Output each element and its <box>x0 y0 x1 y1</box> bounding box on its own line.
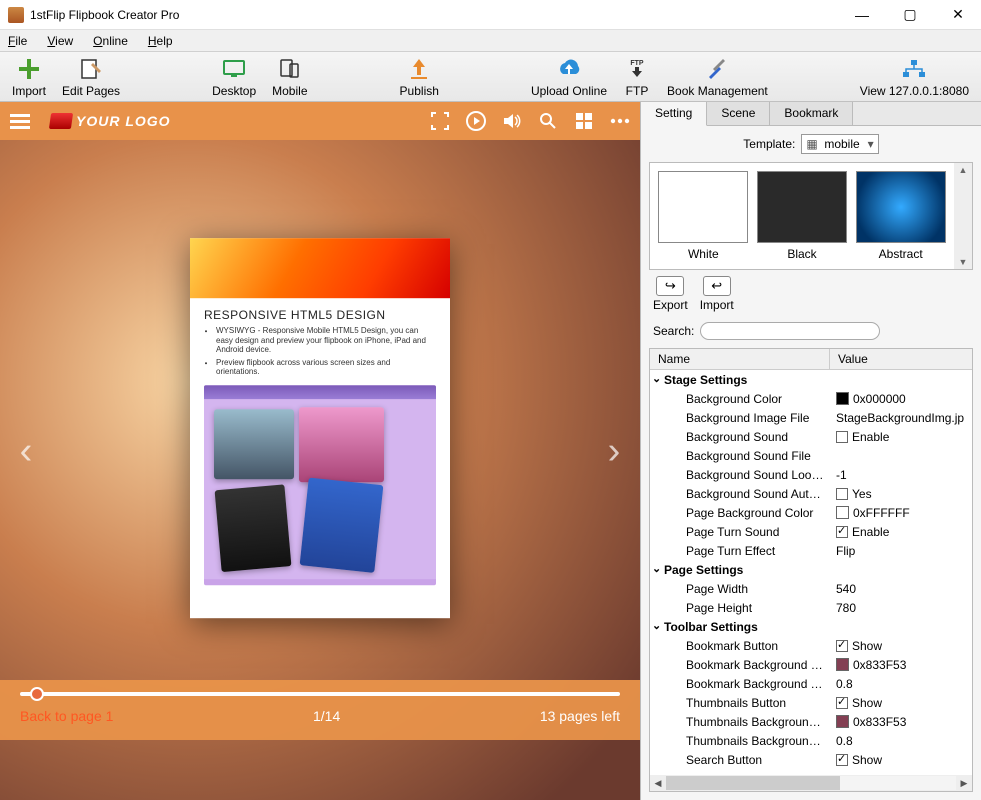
bg-color-value[interactable]: 0x000000 <box>830 391 972 407</box>
play-icon[interactable] <box>466 111 486 131</box>
next-page-button[interactable]: › <box>602 421 626 481</box>
menubar: File View Online Help <box>0 30 981 52</box>
section-toolbar[interactable]: Toolbar Settings <box>650 619 830 635</box>
section-page[interactable]: Page Settings <box>650 562 830 578</box>
tab-scene[interactable]: Scene <box>707 102 770 125</box>
book-management-button[interactable]: Book Management <box>659 54 776 100</box>
bg-sound-loops-value[interactable]: -1 <box>830 467 972 483</box>
bookmark-bg-value[interactable]: 0x833F53 <box>830 657 972 673</box>
search-input[interactable] <box>700 322 880 340</box>
pages-left: 13 pages left <box>540 708 620 724</box>
thumbs-bg-value[interactable]: 0x833F53 <box>830 714 972 730</box>
main-toolbar: Import Edit Pages Desktop Mobile Publish… <box>0 52 981 102</box>
pager-bar: Back to page 1 1/14 13 pages left <box>0 680 640 740</box>
cloud-upload-icon <box>556 56 582 82</box>
desktop-icon <box>221 56 247 82</box>
export-icon: ↪ <box>656 276 684 296</box>
panel-tabs: Setting Scene Bookmark <box>641 102 981 126</box>
bookmark-bg-tr-value[interactable]: 0.8 <box>830 676 972 692</box>
publish-icon <box>406 56 432 82</box>
back-to-page-link[interactable]: Back to page 1 <box>20 708 113 724</box>
template-thumbnails: White Black Abstract ▲▼ <box>649 162 973 270</box>
more-icon[interactable] <box>610 111 630 131</box>
network-icon <box>901 56 927 82</box>
ftp-button[interactable]: FTP FTP <box>615 54 659 100</box>
volume-icon[interactable] <box>502 111 522 131</box>
fullscreen-icon[interactable] <box>430 111 450 131</box>
grid-icon[interactable] <box>574 111 594 131</box>
menu-online[interactable]: Online <box>89 32 132 50</box>
menu-file[interactable]: File <box>4 32 31 50</box>
import-icon: ↩ <box>703 276 731 296</box>
view-address-button[interactable]: View 127.0.0.1:8080 <box>852 54 977 100</box>
publish-button[interactable]: Publish <box>392 54 447 100</box>
slider-thumb[interactable] <box>30 687 44 701</box>
tab-bookmark[interactable]: Bookmark <box>770 102 853 125</box>
upload-online-button[interactable]: Upload Online <box>523 54 615 100</box>
template-white[interactable]: White <box>658 171 749 261</box>
logo: YOUR LOGO <box>50 113 171 129</box>
template-select[interactable]: mobile <box>801 134 878 154</box>
window-title: 1stFlip Flipbook Creator Pro <box>30 8 847 22</box>
template-black[interactable]: Black <box>757 171 848 261</box>
grid-hscroll[interactable]: ◀ ▶ <box>650 775 972 791</box>
bg-sound-value[interactable]: Enable <box>830 429 972 445</box>
menu-help[interactable]: Help <box>144 32 177 50</box>
section-stage[interactable]: Stage Settings <box>650 372 830 388</box>
page-heading: RESPONSIVE HTML5 DESIGN <box>204 308 436 322</box>
edit-icon <box>78 56 104 82</box>
preview-pane: YOUR LOGO ‹ › RESPONSIVE HTML5 DESIGN WY… <box>0 102 640 800</box>
plus-icon <box>16 56 42 82</box>
bg-sound-file-value[interactable] <box>830 455 972 457</box>
settings-panel: Setting Scene Bookmark Template: mobile … <box>640 102 981 800</box>
app-icon <box>8 7 24 23</box>
page-slider[interactable] <box>20 692 620 696</box>
search-icon[interactable] <box>538 111 558 131</box>
search-label: Search: <box>653 324 694 338</box>
template-abstract[interactable]: Abstract <box>855 171 946 261</box>
page-turn-sound-value[interactable]: Enable <box>830 524 972 540</box>
prev-page-button[interactable]: ‹ <box>14 421 38 481</box>
col-name: Name <box>650 349 830 369</box>
property-grid: Name Value Stage Settings Background Col… <box>649 348 973 792</box>
template-label: Template: <box>743 137 795 151</box>
page-turn-effect-value[interactable]: Flip <box>830 543 972 559</box>
page-counter: 1/14 <box>313 708 340 724</box>
thumbs-btn-value[interactable]: Show <box>830 695 972 711</box>
tab-setting[interactable]: Setting <box>641 102 707 126</box>
bg-img-value[interactable]: StageBackgroundImg.jp <box>830 410 972 426</box>
search-btn-value[interactable]: Show <box>830 752 972 768</box>
book-icon <box>49 113 73 129</box>
close-button[interactable]: ✕ <box>943 4 973 26</box>
svg-text:FTP: FTP <box>630 60 644 67</box>
minimize-button[interactable]: — <box>847 4 877 26</box>
mobile-button[interactable]: Mobile <box>264 54 315 100</box>
desktop-button[interactable]: Desktop <box>204 54 264 100</box>
thumbs-bg-tr-value[interactable]: 0.8 <box>830 733 972 749</box>
import-template-button[interactable]: ↩Import <box>700 276 734 312</box>
maximize-button[interactable]: ▢ <box>895 4 925 26</box>
col-value: Value <box>830 349 972 369</box>
page-width-value[interactable]: 540 <box>830 581 972 597</box>
mobile-icon <box>277 56 303 82</box>
bg-sound-auto-value[interactable]: Yes <box>830 486 972 502</box>
page-bg-value[interactable]: 0xFFFFFF <box>830 505 972 521</box>
page-height-value[interactable]: 780 <box>830 600 972 616</box>
thumbs-vscroll[interactable]: ▲▼ <box>954 163 972 269</box>
bookmark-btn-value[interactable]: Show <box>830 638 972 654</box>
flipbook-page[interactable]: RESPONSIVE HTML5 DESIGN WYSIWYG - Respon… <box>190 238 450 618</box>
tools-icon <box>704 56 730 82</box>
export-button[interactable]: ↪Export <box>653 276 688 312</box>
edit-pages-button[interactable]: Edit Pages <box>54 54 128 100</box>
property-body[interactable]: Stage Settings Background Color0x000000 … <box>650 370 972 775</box>
menu-view[interactable]: View <box>43 32 77 50</box>
hamburger-icon[interactable] <box>10 114 30 129</box>
titlebar: 1stFlip Flipbook Creator Pro — ▢ ✕ <box>0 0 981 30</box>
import-button[interactable]: Import <box>4 54 54 100</box>
ftp-icon: FTP <box>624 56 650 82</box>
preview-toolbar: YOUR LOGO <box>0 102 640 140</box>
